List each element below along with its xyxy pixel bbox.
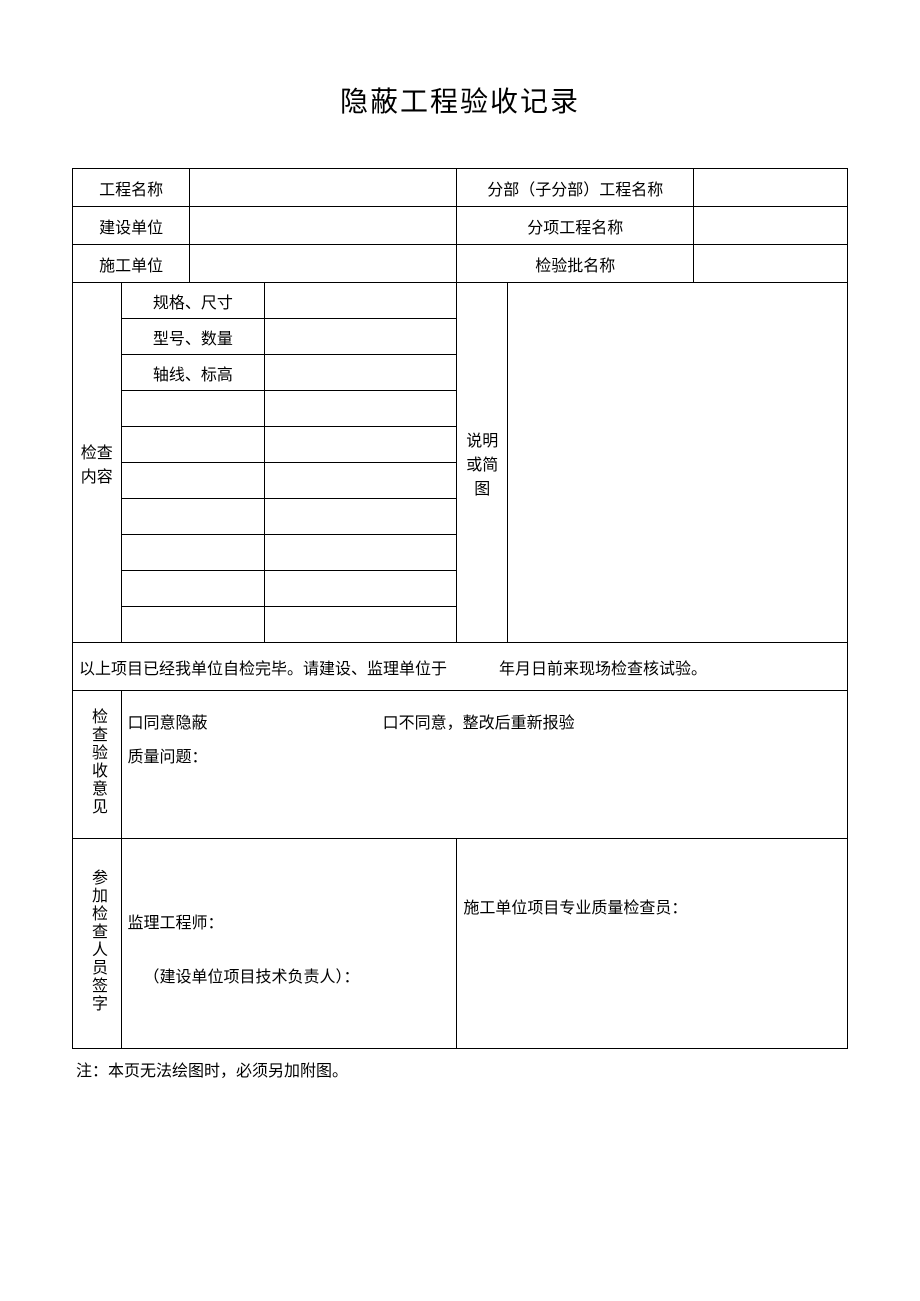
label-check-content-l1: 检查 <box>81 445 113 462</box>
check-row-value <box>265 571 457 607</box>
check-row-label: 规格、尺寸 <box>121 283 265 319</box>
check-row-label <box>121 391 265 427</box>
check-row-label <box>121 463 265 499</box>
check-row-label <box>121 571 265 607</box>
quality-label: 质量问题： <box>128 749 208 766</box>
owner-tech-label: （建设单位项目技术负责人）： <box>128 963 451 987</box>
label-contractor: 施工单位 <box>73 245 190 283</box>
check-row-value <box>265 535 457 571</box>
value-inspection-batch <box>694 245 848 283</box>
label-desc-l2: 或简 <box>466 457 498 474</box>
check-row-value <box>265 391 457 427</box>
label-signature: 参加检查人员签字 <box>73 839 122 1049</box>
page-title: 隐蔽工程验收记录 <box>72 80 848 120</box>
value-contractor <box>190 245 457 283</box>
checkbox-agree: 口同意隐蔽 <box>128 715 208 732</box>
label-sub-branch: 分部（子分部）工程名称 <box>457 169 694 207</box>
check-row-label: 轴线、标高 <box>121 355 265 391</box>
checkbox-disagree: 口不同意，整改后重新报验 <box>383 715 575 732</box>
label-construction-unit: 建设单位 <box>73 207 190 245</box>
value-construction-unit <box>190 207 457 245</box>
check-row-label <box>121 499 265 535</box>
label-opinion: 检查验收意见 <box>73 691 122 839</box>
label-inspection-batch: 检验批名称 <box>457 245 694 283</box>
check-row-value <box>265 319 457 355</box>
check-row-value <box>265 283 457 319</box>
note-part2: 年月日前来现场检查核试验。 <box>499 661 707 678</box>
contractor-qc-label: 施工单位项目专业质量检查员： <box>463 894 841 918</box>
label-desc-l3: 图 <box>474 481 490 498</box>
check-row-label <box>121 535 265 571</box>
check-row-label <box>121 607 265 643</box>
form-table: 工程名称 分部（子分部）工程名称 建设单位 分项工程名称 施工单位 检验批名称 … <box>72 168 848 1049</box>
label-sub-item: 分项工程名称 <box>457 207 694 245</box>
check-row-value <box>265 355 457 391</box>
opinion-content: 口同意隐蔽 口不同意，整改后重新报验 质量问题： <box>121 691 847 839</box>
check-row-value <box>265 499 457 535</box>
footnote: 注：本页无法绘图时，必须另加附图。 <box>72 1049 848 1081</box>
self-check-note: 以上项目已经我单位自检完毕。请建设、监理单位于 年月日前来现场检查核试验。 <box>73 643 848 691</box>
check-row-label: 型号、数量 <box>121 319 265 355</box>
signature-contractor-cell: 施工单位项目专业质量检查员： <box>457 839 848 1049</box>
note-part1: 以上项目已经我单位自检完毕。请建设、监理单位于 <box>79 661 447 678</box>
label-check-content-l2: 内容 <box>81 469 113 486</box>
value-sub-branch <box>694 169 848 207</box>
check-row-label <box>121 427 265 463</box>
value-project-name <box>190 169 457 207</box>
supervisor-label: 监理工程师： <box>128 909 451 933</box>
label-project-name: 工程名称 <box>73 169 190 207</box>
value-sub-item <box>694 207 848 245</box>
check-row-value <box>265 427 457 463</box>
desc-area <box>508 283 848 643</box>
label-desc: 说明 或简 图 <box>457 283 508 643</box>
check-row-value <box>265 463 457 499</box>
signature-supervisor-cell: 监理工程师： （建设单位项目技术负责人）： <box>121 839 457 1049</box>
label-check-content: 检查 内容 <box>73 283 122 643</box>
label-desc-l1: 说明 <box>466 433 498 450</box>
check-row-value <box>265 607 457 643</box>
